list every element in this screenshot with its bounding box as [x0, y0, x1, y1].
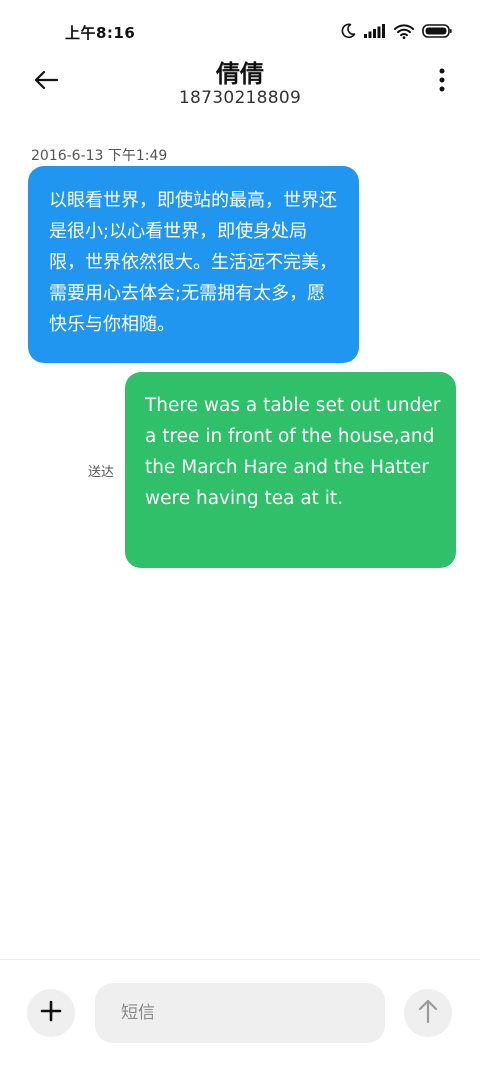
- send-button[interactable]: [404, 989, 452, 1037]
- signal-icon: [364, 24, 386, 38]
- battery-icon: [422, 24, 452, 38]
- wifi-icon: [394, 23, 414, 39]
- more-options-button[interactable]: [432, 64, 452, 100]
- add-attachment-button[interactable]: [27, 989, 75, 1037]
- delivery-status: 送达: [88, 465, 115, 480]
- incoming-message-bubble[interactable]: 以眼看世界，即使站的最高，世界还是很小;以心看世界，即使身处局限，世界依然很大。…: [28, 166, 359, 363]
- moon-icon: [340, 23, 356, 39]
- status-time: 上午8:16: [65, 24, 136, 42]
- status-bar: 上午8:16: [0, 0, 480, 62]
- message-input[interactable]: [95, 983, 385, 1043]
- contact-number: 18730218809: [178, 88, 302, 108]
- message-timestamp: 2016-6-13 下午1:49: [31, 148, 168, 164]
- compose-divider: [0, 959, 480, 960]
- outgoing-message-bubble[interactable]: There was a table set out under a tree i…: [125, 372, 456, 568]
- contact-name: 倩倩: [216, 60, 264, 88]
- plus-icon: [40, 1000, 62, 1026]
- status-icons: [340, 20, 452, 42]
- arrow-up-icon: [417, 998, 439, 1028]
- vertical-dots-icon: [439, 68, 445, 96]
